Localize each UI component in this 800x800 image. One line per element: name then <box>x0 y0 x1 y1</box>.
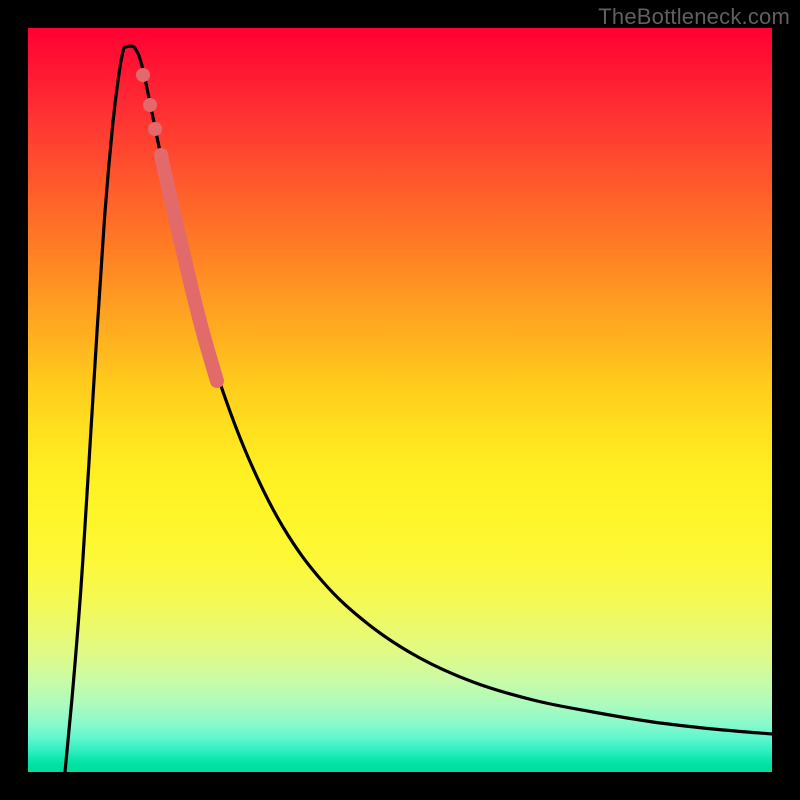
highlight-dot <box>136 68 150 82</box>
highlight-segment <box>161 155 217 381</box>
curve-layer <box>28 28 772 772</box>
highlight-dot <box>143 98 157 112</box>
highlight-dot <box>148 122 162 136</box>
chart-frame: TheBottleneck.com <box>0 0 800 800</box>
watermark-text: TheBottleneck.com <box>598 4 790 30</box>
plot-area <box>28 28 772 772</box>
highlight-dots <box>136 68 162 136</box>
bottleneck-curve <box>65 46 772 772</box>
